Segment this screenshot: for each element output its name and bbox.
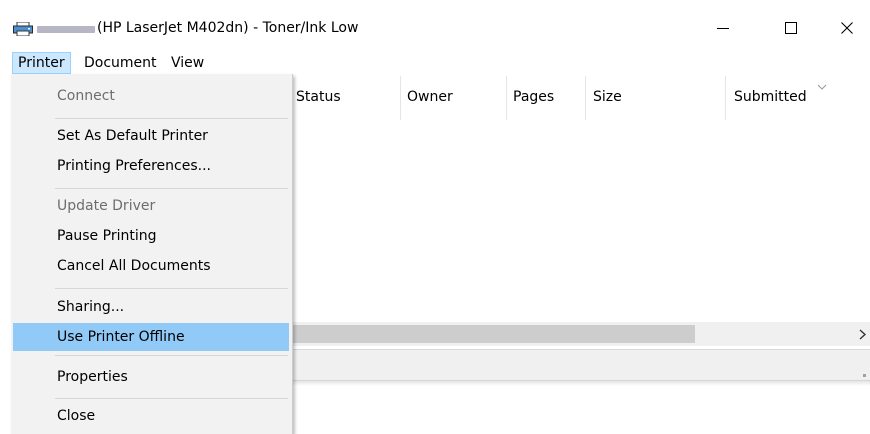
maximize-button[interactable] — [768, 8, 814, 52]
column-divider[interactable] — [400, 76, 401, 120]
printer-menu-dropdown: Connect Set As Default Printer Printing … — [11, 74, 293, 434]
scroll-right-icon[interactable] — [859, 328, 867, 344]
column-divider[interactable] — [725, 76, 726, 120]
menu-printer[interactable]: Printer — [12, 52, 71, 74]
menu-document[interactable]: Document — [78, 52, 163, 74]
title-bar: (HP LaserJet M402dn) - Toner/Ink Low — [0, 0, 870, 52]
menu-item-connect: Connect — [57, 88, 115, 104]
menu-item-close[interactable]: Close — [13, 402, 289, 430]
status-bar — [293, 349, 870, 381]
menu-bar: Printer Document View — [0, 52, 870, 74]
horizontal-scrollbar[interactable] — [293, 322, 870, 346]
menu-item-properties[interactable]: Properties — [13, 363, 289, 391]
menu-item-pause-printing[interactable]: Pause Printing — [13, 222, 289, 250]
column-divider[interactable] — [585, 76, 586, 120]
minimize-icon — [717, 22, 729, 38]
menu-item-set-default-printer[interactable]: Set As Default Printer — [13, 122, 289, 150]
background-area — [293, 381, 870, 434]
close-icon — [841, 22, 853, 38]
menu-separator — [55, 398, 288, 399]
menu-separator — [55, 355, 288, 356]
menu-separator — [55, 288, 288, 289]
window-title: (HP LaserJet M402dn) - Toner/Ink Low — [97, 20, 359, 36]
menu-separator — [55, 118, 288, 119]
column-header-size[interactable]: Size — [593, 89, 622, 105]
column-divider[interactable] — [506, 76, 507, 120]
column-header-owner[interactable]: Owner — [407, 89, 453, 105]
resize-grip-icon[interactable] — [863, 374, 866, 377]
maximize-icon — [785, 22, 797, 38]
close-window-button[interactable] — [824, 8, 870, 52]
obscured-printer-name — [37, 26, 95, 33]
printer-icon — [13, 21, 33, 37]
window-shadow — [293, 380, 870, 386]
menu-view[interactable]: View — [165, 52, 210, 74]
menu-item-update-driver: Update Driver — [57, 198, 156, 214]
column-header-submitted[interactable]: Submitted — [734, 89, 807, 105]
column-header-status[interactable]: Status — [296, 89, 341, 105]
minimize-button[interactable] — [700, 8, 746, 52]
menu-item-printing-preferences[interactable]: Printing Preferences... — [13, 152, 289, 180]
column-header-pages[interactable]: Pages — [513, 89, 554, 105]
sort-descending-icon — [817, 78, 827, 94]
menu-item-use-printer-offline[interactable]: Use Printer Offline — [13, 323, 289, 351]
menu-separator — [55, 188, 288, 189]
scrollbar-thumb[interactable] — [293, 325, 695, 343]
menu-item-cancel-all-documents[interactable]: Cancel All Documents — [13, 252, 289, 280]
menu-item-sharing[interactable]: Sharing... — [13, 293, 289, 321]
